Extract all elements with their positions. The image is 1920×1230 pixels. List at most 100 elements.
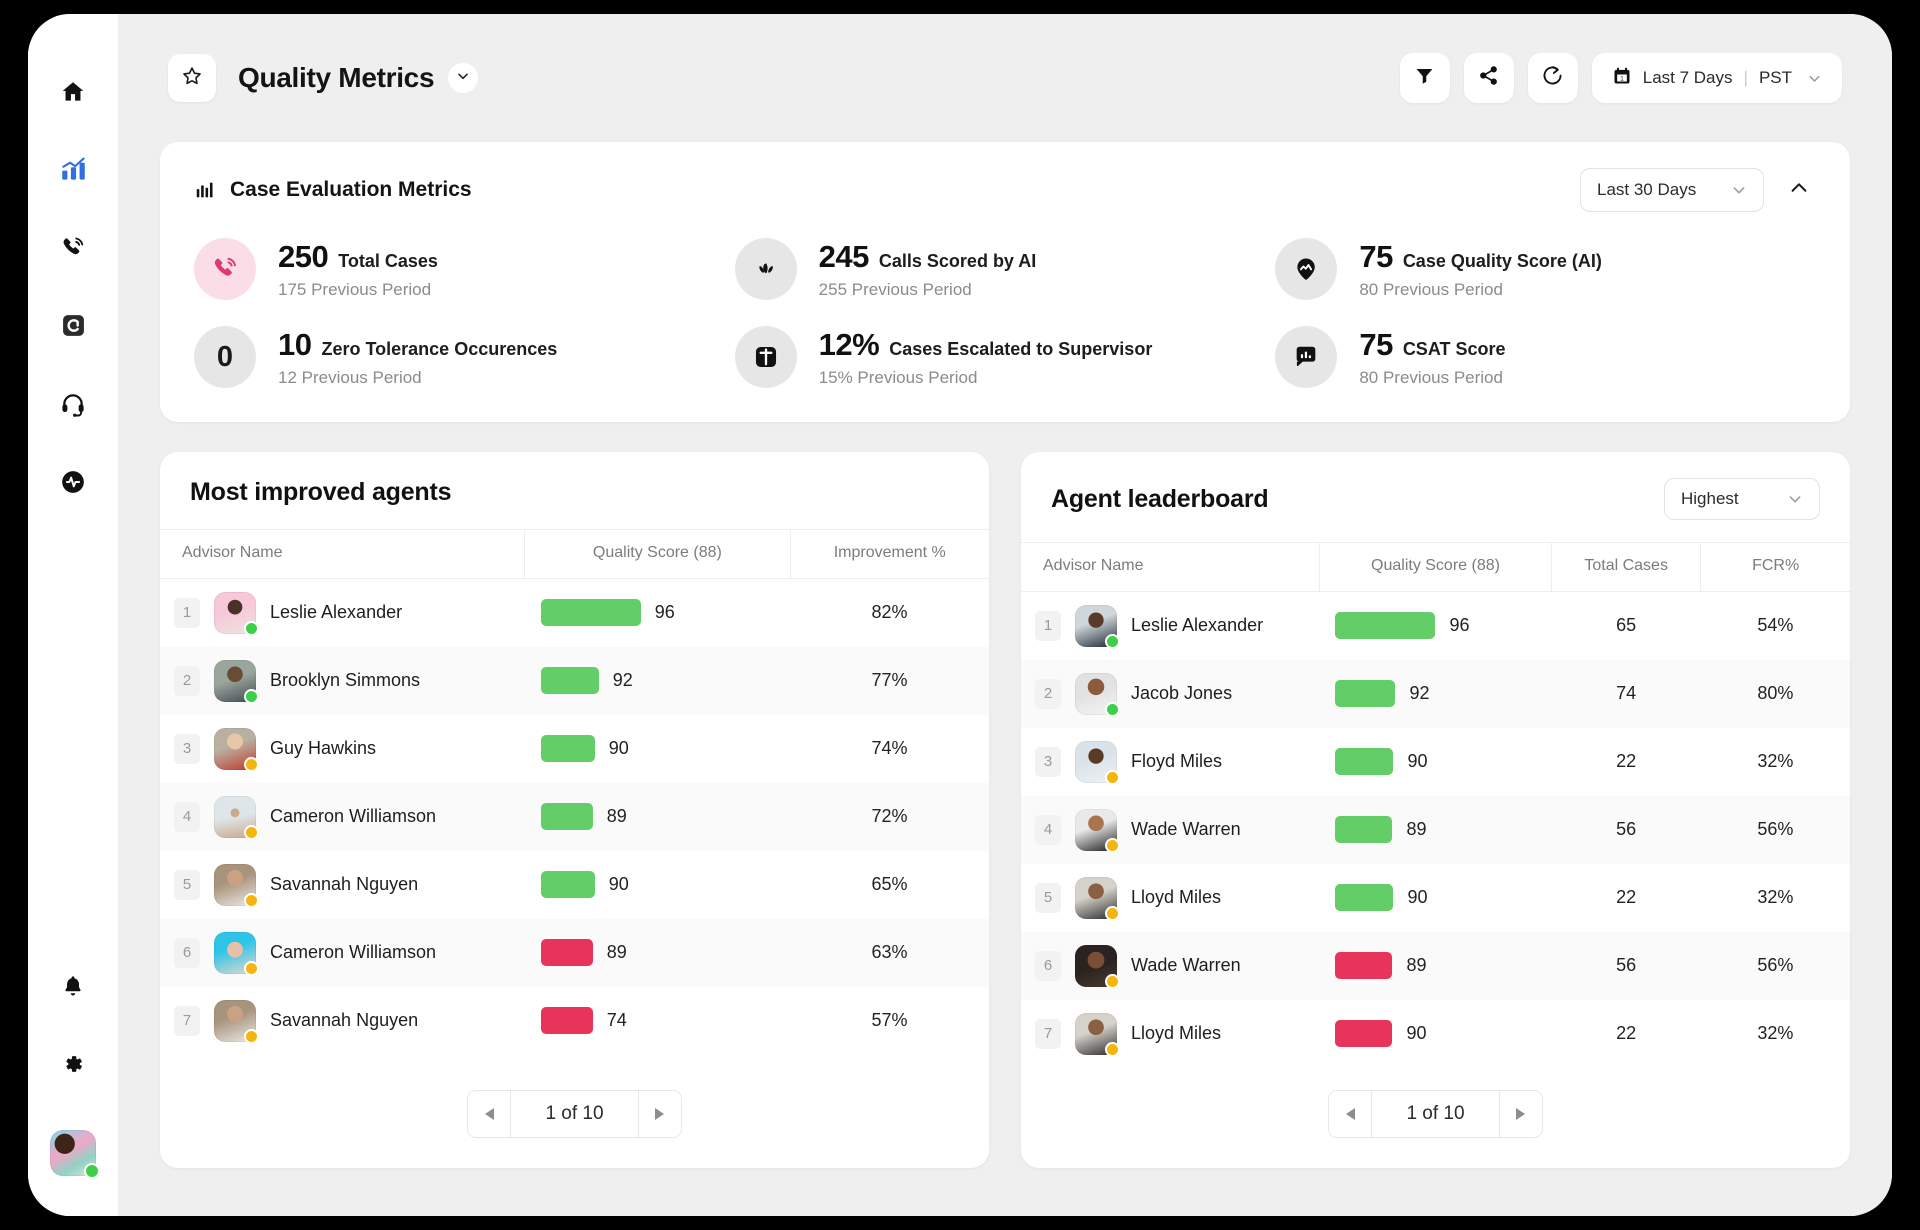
column-header-improvement: Improvement % xyxy=(790,529,989,579)
page-title-dropdown[interactable] xyxy=(448,63,479,93)
table-row[interactable]: 1 Leslie Alexander 96 82% xyxy=(160,579,989,647)
most-improved-table-body: 1 Leslie Alexander 96 82% 2 Brooklyn Simmons 9… xyxy=(160,579,989,1055)
sidebar-item-analytics[interactable] xyxy=(49,148,97,196)
quality-score-bar xyxy=(1335,952,1393,979)
leaderboard-sort-select[interactable]: Highest xyxy=(1664,478,1820,520)
sidebar-item-settings[interactable] xyxy=(49,1042,97,1090)
quality-score-value: 90 xyxy=(1407,887,1428,907)
pagination-next-button[interactable] xyxy=(638,1090,681,1137)
column-header-advisor-name: Advisor Name xyxy=(160,529,526,579)
pagination-prev-button[interactable] xyxy=(468,1090,511,1137)
quality-score-value: 92 xyxy=(1409,683,1430,703)
export-button[interactable] xyxy=(1527,53,1578,103)
cell-advisor-name: 7 Savannah Nguyen xyxy=(160,987,525,1055)
rank-badge: 7 xyxy=(174,1005,200,1036)
table-row[interactable]: 5 Savannah Nguyen 90 65% xyxy=(160,851,989,919)
avatar xyxy=(214,795,259,840)
user-avatar[interactable] xyxy=(50,1130,100,1179)
most-improved-header: Most improved agents xyxy=(160,452,989,529)
quality-score-bar xyxy=(540,1007,593,1034)
quality-score-value: 90 xyxy=(1407,751,1428,771)
date-range-selector[interactable]: 1 Last 7 Days | PST xyxy=(1591,53,1842,103)
table-row[interactable]: 7 Savannah Nguyen 74 57% xyxy=(160,987,989,1055)
cell-advisor-name: 3 Guy Hawkins xyxy=(160,715,525,783)
metric-previous: 80 Previous Period xyxy=(1359,279,1503,299)
rank-badge: 6 xyxy=(1035,950,1061,981)
pagination-label: 1 of 10 xyxy=(1371,1090,1500,1137)
table-row[interactable]: 7 Lloyd Miles 90 22 32% xyxy=(1021,1000,1850,1068)
avatar xyxy=(1075,1012,1120,1057)
sidebar-item-contacts[interactable] xyxy=(49,304,97,352)
cell-quality-score: 90 xyxy=(1319,1000,1551,1068)
metric-text: 75 CSAT Score 80 Previous Period xyxy=(1359,327,1505,388)
rank-badge: 4 xyxy=(1035,814,1061,845)
table-row[interactable]: 2 Jacob Jones 92 74 80% xyxy=(1021,659,1850,728)
table-row[interactable]: 6 Wade Warren 89 56 56% xyxy=(1021,931,1850,1000)
metric-previous: 15% Previous Period xyxy=(818,367,978,387)
sidebar-item-notifications[interactable] xyxy=(49,964,97,1012)
cell-quality-score: 90 xyxy=(1319,728,1551,796)
avatar xyxy=(1075,944,1120,989)
cell-quality-score: 89 xyxy=(525,919,790,987)
cell-advisor-name: 4 Wade Warren xyxy=(1021,796,1319,864)
rank-badge: 5 xyxy=(1035,882,1061,913)
pagination-label: 1 of 10 xyxy=(510,1090,639,1137)
bar-chart-trend-icon xyxy=(60,156,87,188)
cell-quality-score: 74 xyxy=(525,987,790,1055)
zero-badge-icon: 0 xyxy=(194,326,256,388)
cell-quality-score: 92 xyxy=(1319,660,1551,728)
agent-name: Floyd Miles xyxy=(1131,751,1223,771)
table-row[interactable]: 3 Guy Hawkins 90 74% xyxy=(160,715,989,783)
quality-score-value: 89 xyxy=(606,942,627,962)
sidebar-item-activity[interactable] xyxy=(49,460,97,508)
column-header-total-cases: Total Cases xyxy=(1551,542,1702,592)
table-row[interactable]: 2 Brooklyn Simmons 92 77% xyxy=(160,646,989,715)
sidebar-item-home[interactable] xyxy=(49,70,97,118)
quality-score-bar xyxy=(540,735,595,762)
metric-value: 75 xyxy=(1359,238,1393,274)
share-nodes-icon xyxy=(1478,65,1499,91)
leaderboard-header: Agent leaderboard Highest xyxy=(1021,452,1850,542)
table-row[interactable]: 6 Cameron Williamson 89 63% xyxy=(160,918,989,987)
most-improved-title: Most improved agents xyxy=(190,478,452,506)
date-range-label: Last 7 Days xyxy=(1642,68,1733,87)
metric-value: 10 xyxy=(278,326,312,362)
favorite-button[interactable] xyxy=(168,54,216,102)
funnel-icon xyxy=(1414,65,1435,91)
table-row[interactable]: 3 Floyd Miles 90 22 32% xyxy=(1021,728,1850,796)
filter-button[interactable] xyxy=(1399,53,1450,103)
metrics-collapse-button[interactable] xyxy=(1782,171,1816,210)
cell-quality-score: 90 xyxy=(525,715,790,783)
table-row[interactable]: 5 Lloyd Miles 90 22 32% xyxy=(1021,864,1850,932)
cell-advisor-name: 2 Jacob Jones xyxy=(1021,660,1319,728)
agent-name: Guy Hawkins xyxy=(270,738,377,758)
table-row[interactable]: 4 Wade Warren 89 56 56% xyxy=(1021,795,1850,864)
quality-score-value: 90 xyxy=(608,738,629,758)
quality-score-bar xyxy=(540,667,599,694)
table-row[interactable]: 1 Leslie Alexander 96 65 54% xyxy=(1021,592,1850,660)
letter-c-square-icon xyxy=(61,313,86,343)
avatar xyxy=(214,727,259,772)
cell-advisor-name: 5 Savannah Nguyen xyxy=(160,851,525,919)
metric-text: 245 Calls Scored by AI 255 Previous Peri… xyxy=(819,239,1037,300)
rank-badge: 4 xyxy=(174,801,200,832)
quality-score-bar xyxy=(1335,680,1396,707)
cell-improvement: 77% xyxy=(871,670,908,690)
status-dot-away xyxy=(1105,905,1120,921)
cell-improvement: 57% xyxy=(871,1010,908,1030)
sidebar-item-support[interactable] xyxy=(49,382,97,430)
quality-score-bar xyxy=(1335,884,1394,911)
quality-score-value: 74 xyxy=(606,1010,627,1030)
metric-label: Total Cases xyxy=(338,250,438,271)
triangle-left-icon xyxy=(484,1107,494,1120)
metrics-range-select[interactable]: Last 30 Days xyxy=(1580,168,1764,212)
metric-text: 75 Case Quality Score (AI) 80 Previous P… xyxy=(1359,239,1602,300)
pagination-next-button[interactable] xyxy=(1499,1090,1542,1137)
quality-score-value: 90 xyxy=(608,874,629,894)
triangle-right-icon xyxy=(655,1107,665,1120)
table-row[interactable]: 4 Cameron Williamson 89 72% xyxy=(160,782,989,851)
share-button[interactable] xyxy=(1463,53,1514,103)
cell-fcr: 56% xyxy=(1757,819,1794,839)
sidebar-item-calls[interactable] xyxy=(49,226,97,274)
pagination-prev-button[interactable] xyxy=(1329,1090,1372,1137)
